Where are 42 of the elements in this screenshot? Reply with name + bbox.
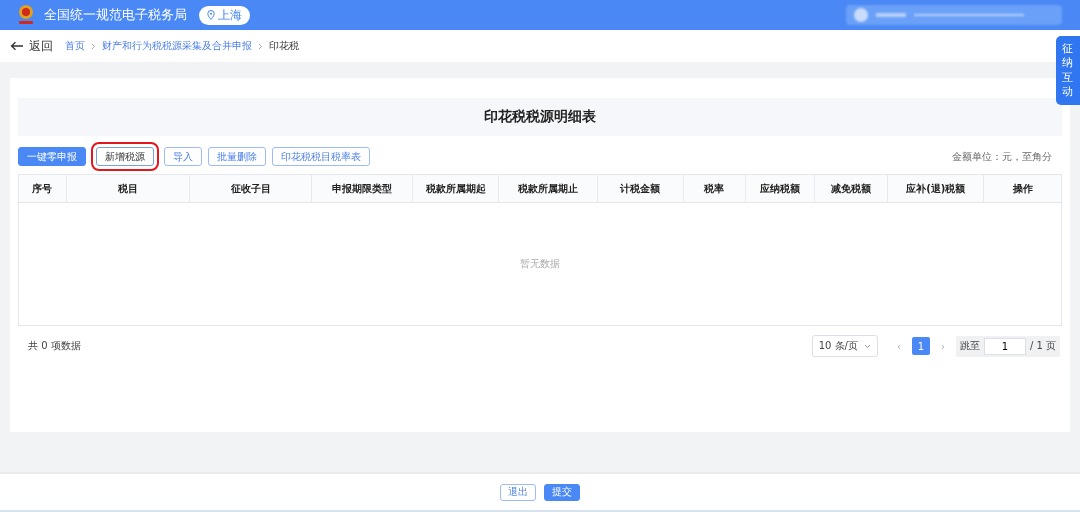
jump-label: 跳至 [959, 339, 980, 353]
column-header: 申报期限类型 [311, 175, 413, 202]
location-pin-icon [207, 10, 215, 20]
column-header: 应纳税额 [744, 175, 815, 202]
column-header: 应补(退)税额 [887, 175, 984, 202]
column-header: 征收子目 [188, 175, 312, 202]
column-header: 税款所属期起 [412, 175, 499, 202]
footer-button[interactable]: 提交 [544, 483, 580, 501]
page-number[interactable]: 1 [911, 337, 930, 355]
prev-page-button[interactable]: ‹ [893, 340, 904, 352]
back-arrow-icon [10, 41, 24, 51]
page-title: 印花税税源明细表 [18, 98, 1062, 136]
next-page-button[interactable]: › [937, 340, 948, 352]
column-header: 操作 [983, 175, 1061, 202]
footer-button[interactable]: 退出 [500, 483, 536, 501]
column-header: 减免税额 [814, 175, 888, 202]
chevron-down-icon [863, 343, 871, 349]
column-header: 税目 [65, 175, 189, 202]
chevron-icon [91, 42, 96, 50]
column-header: 税率 [682, 175, 745, 202]
page-size-select[interactable]: 10 条/页 [811, 335, 878, 357]
toolbar-button[interactable]: 印花税税目税率表 [272, 147, 370, 166]
total-count: 共 0 项数据 [28, 339, 81, 353]
breadcrumb-link[interactable]: 财产和行为税税源采集及合并申报 [102, 39, 252, 53]
column-header: 计税金额 [596, 175, 683, 202]
breadcrumb-link[interactable]: 首页 [65, 39, 85, 53]
toolbar-button[interactable]: 导入 [164, 147, 202, 166]
side-tab[interactable]: 征纳互动 [1056, 36, 1080, 106]
toolbar-button[interactable]: 一键零申报 [18, 147, 86, 166]
chevron-icon [258, 42, 263, 50]
page-count: / 1 页 [1029, 339, 1056, 353]
toolbar-button[interactable]: 批量删除 [208, 147, 266, 166]
user-menu[interactable] [846, 5, 1062, 25]
empty-text: 暂无数据 [520, 257, 560, 271]
page-input[interactable]: 1 [983, 337, 1026, 355]
site-title: 全国统一规范电子税务局 [44, 6, 187, 24]
breadcrumb-current: 印花税 [269, 39, 299, 53]
column-header: 税款所属期止 [498, 175, 597, 202]
region-selector[interactable]: 上海 [199, 5, 250, 25]
column-header: 序号 [31, 181, 54, 196]
back-link[interactable]: 返回 [10, 37, 53, 55]
unit-note: 金额单位：元，至角分 [952, 149, 1052, 164]
